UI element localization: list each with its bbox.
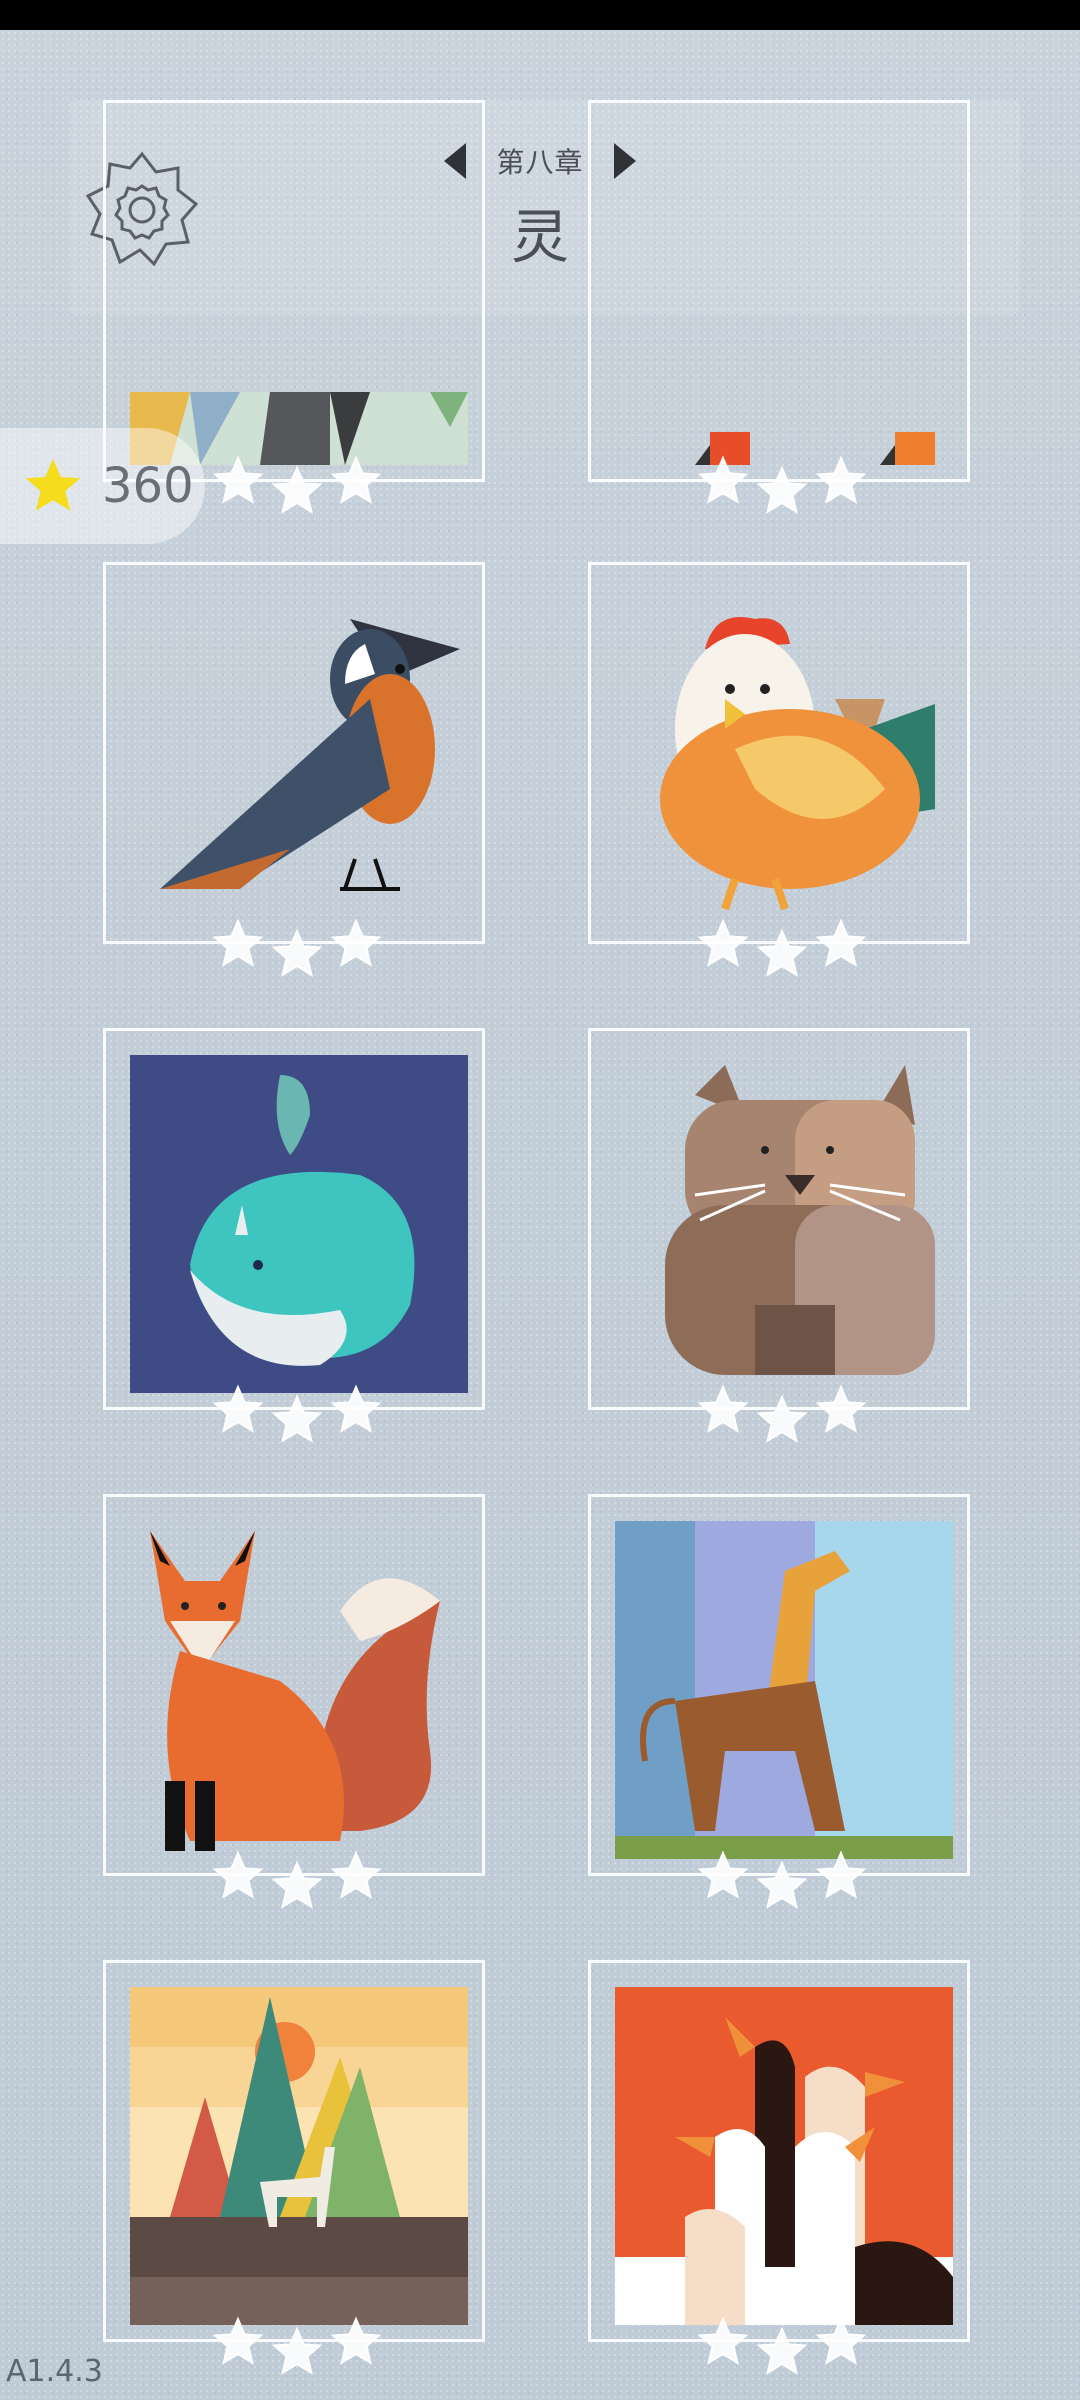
puzzle-card-wombat[interactable] <box>588 1028 970 1410</box>
star-icon <box>25 458 81 511</box>
puzzle-card-whale[interactable] <box>103 1028 485 1410</box>
rating-star-icon <box>212 455 264 515</box>
rating-star-icon <box>756 1394 808 1444</box>
puzzle-art <box>130 1987 468 2325</box>
version-label: A1.4.3 <box>6 2354 103 2389</box>
star-rating <box>697 2316 867 2376</box>
puzzle-card-abstract-shapes[interactable] <box>103 100 485 482</box>
puzzle-art <box>615 1987 953 2325</box>
rating-star-icon <box>271 1394 323 1444</box>
rating-star-icon <box>815 455 867 515</box>
rating-star-icon <box>271 465 323 515</box>
rating-star-icon <box>330 2316 382 2376</box>
puzzle-art <box>130 1521 468 1859</box>
puzzle-card-deer-mountains[interactable] <box>103 1960 485 2342</box>
rating-star-icon <box>815 918 867 978</box>
rating-star-icon <box>815 1850 867 1910</box>
star-rating <box>697 918 867 978</box>
star-rating <box>212 455 382 515</box>
puzzle-card-giraffe[interactable] <box>588 1494 970 1876</box>
rating-star-icon <box>271 928 323 978</box>
rating-star-icon <box>697 918 749 978</box>
puzzle-art <box>615 1055 953 1393</box>
rating-star-icon <box>271 1860 323 1910</box>
star-rating <box>212 918 382 978</box>
rating-star-icon <box>271 2326 323 2376</box>
rating-star-icon <box>756 1860 808 1910</box>
score-badge: 360 <box>0 428 205 544</box>
rating-star-icon <box>212 918 264 978</box>
puzzle-art <box>615 127 953 465</box>
star-rating <box>212 1384 382 1444</box>
star-rating <box>697 455 867 515</box>
puzzle-card-chicken[interactable] <box>588 562 970 944</box>
score-value: 360 <box>102 458 194 514</box>
star-rating <box>212 1850 382 1910</box>
puzzle-card-fox[interactable] <box>103 1494 485 1876</box>
puzzle-card-bird[interactable] <box>103 562 485 944</box>
rating-star-icon <box>212 1850 264 1910</box>
puzzle-art <box>130 1055 468 1393</box>
rating-star-icon <box>330 1384 382 1444</box>
rating-star-icon <box>330 455 382 515</box>
rating-star-icon <box>815 1384 867 1444</box>
chapter-label: 第八章 <box>496 146 584 179</box>
rating-star-icon <box>330 1850 382 1910</box>
star-rating <box>697 1384 867 1444</box>
puzzle-art <box>130 127 468 465</box>
rating-star-icon <box>697 2316 749 2376</box>
puzzle-card-geese[interactable] <box>588 1960 970 2342</box>
puzzle-art <box>130 589 468 927</box>
status-bar <box>0 0 1080 30</box>
rating-star-icon <box>815 2316 867 2376</box>
rating-star-icon <box>697 1384 749 1444</box>
rating-star-icon <box>212 2316 264 2376</box>
star-rating <box>212 2316 382 2376</box>
rating-star-icon <box>756 928 808 978</box>
star-rating <box>697 1850 867 1910</box>
puzzle-art <box>615 1521 953 1859</box>
puzzle-card-orange-shapes[interactable] <box>588 100 970 482</box>
rating-star-icon <box>697 1850 749 1910</box>
rating-star-icon <box>330 918 382 978</box>
rating-star-icon <box>697 455 749 515</box>
rating-star-icon <box>212 1384 264 1444</box>
rating-star-icon <box>756 465 808 515</box>
puzzle-art <box>615 589 953 927</box>
rating-star-icon <box>756 2326 808 2376</box>
